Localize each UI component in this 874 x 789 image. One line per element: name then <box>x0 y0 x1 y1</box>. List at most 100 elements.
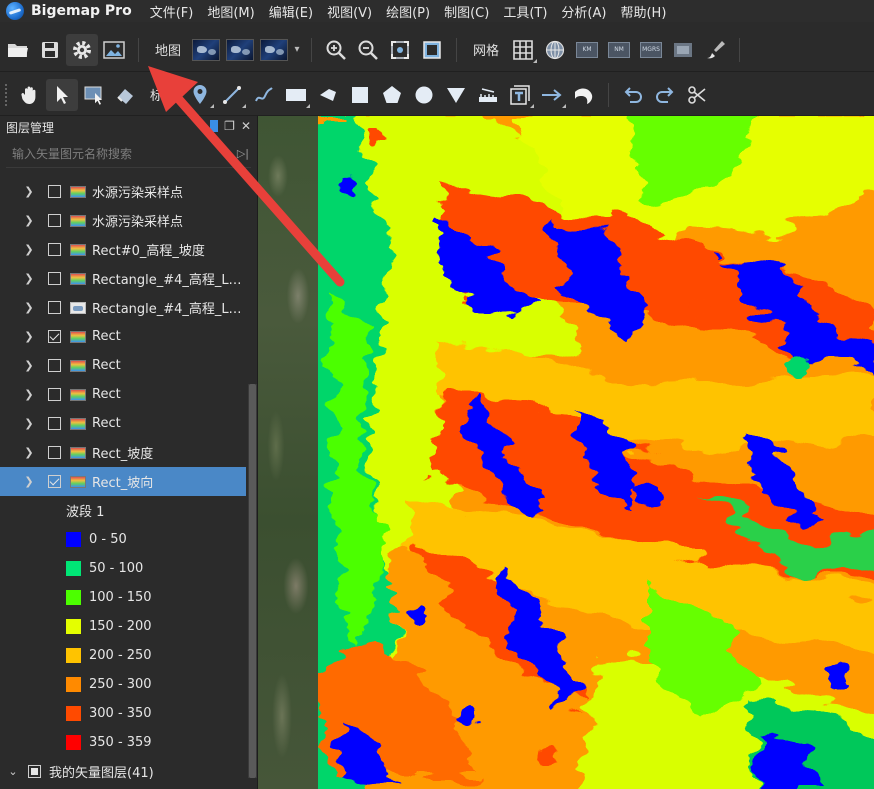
chevron-right-icon[interactable]: ❯ <box>18 359 40 372</box>
zoom-in-button[interactable] <box>320 34 352 66</box>
chevron-right-icon[interactable]: ❯ <box>18 446 40 459</box>
mgrs-grid-button[interactable]: MGRS <box>635 34 667 66</box>
chevron-right-icon[interactable]: ❯ <box>18 330 40 343</box>
menu-analysis[interactable]: 分析(A) <box>561 2 606 21</box>
chevron-down-icon[interactable]: ▾ <box>291 44 303 55</box>
toolbar-separator <box>739 37 741 62</box>
panel-header: 图层管理 ❐ ✕ <box>0 116 257 138</box>
layer-row[interactable]: ❯ Rect_坡度 <box>0 438 246 467</box>
layer-checkbox[interactable] <box>48 185 61 198</box>
collapse-icon[interactable]: ▷| <box>237 147 249 160</box>
km-grid-button[interactable]: KM <box>571 34 603 66</box>
layer-checkbox[interactable] <box>48 417 61 430</box>
menu-view[interactable]: 视图(V) <box>327 2 372 21</box>
pan-button[interactable] <box>14 79 46 111</box>
layer-checkbox[interactable] <box>48 446 61 459</box>
layer-row[interactable]: ❯ Rect <box>0 322 246 351</box>
chevron-right-icon[interactable]: ❯ <box>18 243 40 256</box>
chevron-right-icon[interactable]: ❯ <box>18 272 40 285</box>
float-icon[interactable]: ❐ <box>224 119 235 133</box>
measure-button[interactable] <box>472 79 504 111</box>
polygon-button[interactable] <box>376 79 408 111</box>
basemap-thumb-2[interactable] <box>226 38 255 61</box>
search-input[interactable] <box>6 146 251 161</box>
layer-row[interactable]: ❯ Rect <box>0 351 246 380</box>
nm-grid-button[interactable]: NM <box>603 34 635 66</box>
image-button[interactable] <box>98 34 130 66</box>
layer-row[interactable]: ❯ Rectangle_#4_高程_Le... <box>0 293 246 322</box>
folder-grid-button[interactable] <box>667 34 699 66</box>
layer-row[interactable]: ❯ 水源污染采样点 <box>0 177 246 206</box>
layer-checkbox[interactable] <box>48 388 61 401</box>
legend-item: 250 - 300 <box>0 670 246 699</box>
layer-checkbox[interactable] <box>48 475 61 488</box>
zoom-out-button[interactable] <box>352 34 384 66</box>
clear-button[interactable] <box>699 34 731 66</box>
close-icon[interactable]: ✕ <box>241 119 251 133</box>
chevron-down-icon[interactable]: ❯ <box>18 475 40 488</box>
layer-checkbox[interactable] <box>48 272 61 285</box>
cut-button[interactable] <box>681 79 713 111</box>
pin-icon[interactable] <box>210 120 219 132</box>
menu-cartography[interactable]: 制图(C) <box>444 2 489 21</box>
menu-help[interactable]: 帮助(H) <box>620 2 666 21</box>
open-file-button[interactable] <box>2 34 34 66</box>
settings-button[interactable] <box>66 33 98 66</box>
basemap-thumb-1[interactable] <box>192 38 221 61</box>
layer-row[interactable]: ❯ Rect <box>0 380 246 409</box>
main-toolbar: 地图 ▾ 网格 KM NM MGRS <box>0 28 874 72</box>
chevron-right-icon[interactable]: ❯ <box>18 417 40 430</box>
square-button[interactable] <box>344 79 376 111</box>
group-checkbox[interactable] <box>28 765 41 778</box>
zoom-extent-button[interactable] <box>384 34 416 66</box>
scrollbar-thumb[interactable] <box>249 384 256 778</box>
erase-button[interactable] <box>110 79 142 111</box>
chevron-right-icon[interactable]: ❯ <box>18 388 40 401</box>
layer-row[interactable]: ❯ Rect <box>0 409 246 438</box>
text-button[interactable] <box>504 79 536 111</box>
menu-draw[interactable]: 绘图(P) <box>386 2 430 21</box>
save-button[interactable] <box>34 34 66 66</box>
select-region-button[interactable] <box>78 79 110 111</box>
funnel-icon <box>447 87 466 103</box>
panel-scrollbar[interactable] <box>248 384 257 778</box>
layer-checkbox[interactable] <box>48 214 61 227</box>
sector-button[interactable] <box>312 79 344 111</box>
basemap-thumb-3[interactable] <box>260 38 289 61</box>
menu-file[interactable]: 文件(F) <box>150 2 194 21</box>
layer-checkbox[interactable] <box>48 301 61 314</box>
chevron-right-icon[interactable]: ❯ <box>18 214 40 227</box>
shape-button[interactable] <box>568 79 600 111</box>
marker-button[interactable] <box>184 79 216 111</box>
layer-checkbox[interactable] <box>48 330 61 343</box>
arrow-right-icon <box>542 88 562 101</box>
vector-group-row[interactable]: ⌄ 我的矢量图层(41) <box>0 757 246 786</box>
layer-checkbox[interactable] <box>48 359 61 372</box>
redo-button[interactable] <box>649 79 681 111</box>
map-view[interactable] <box>258 116 874 789</box>
menu-map[interactable]: 地图(M) <box>207 2 254 21</box>
fill-button[interactable] <box>440 79 472 111</box>
menu-tools[interactable]: 工具(T) <box>503 2 547 21</box>
latlon-grid-button[interactable] <box>539 34 571 66</box>
chevron-right-icon[interactable]: ❯ <box>18 301 40 314</box>
line-button[interactable] <box>216 79 248 111</box>
menu-edit[interactable]: 编辑(E) <box>269 2 313 21</box>
curve-button[interactable] <box>248 79 280 111</box>
layer-row[interactable]: ❯ 水源污染采样点 <box>0 206 246 235</box>
arrow-button[interactable] <box>536 79 568 111</box>
layer-checkbox[interactable] <box>48 243 61 256</box>
grid-button[interactable] <box>507 34 539 66</box>
undo-button[interactable] <box>617 79 649 111</box>
select-button[interactable] <box>46 78 78 111</box>
toolbar-grip[interactable] <box>4 82 8 107</box>
circle-button[interactable] <box>408 79 440 111</box>
layer-row[interactable]: ❯ Rect#0_高程_坡度 <box>0 235 246 264</box>
chevron-down-icon[interactable]: ⌄ <box>4 765 22 778</box>
cursor-icon <box>57 85 68 104</box>
layer-row[interactable]: ❯ Rectangle_#4_高程_Le... <box>0 264 246 293</box>
layer-row-selected[interactable]: ❯ Rect_坡向 <box>0 467 246 496</box>
rectangle-button[interactable] <box>280 79 312 111</box>
chevron-right-icon[interactable]: ❯ <box>18 185 40 198</box>
full-extent-button[interactable] <box>416 34 448 66</box>
